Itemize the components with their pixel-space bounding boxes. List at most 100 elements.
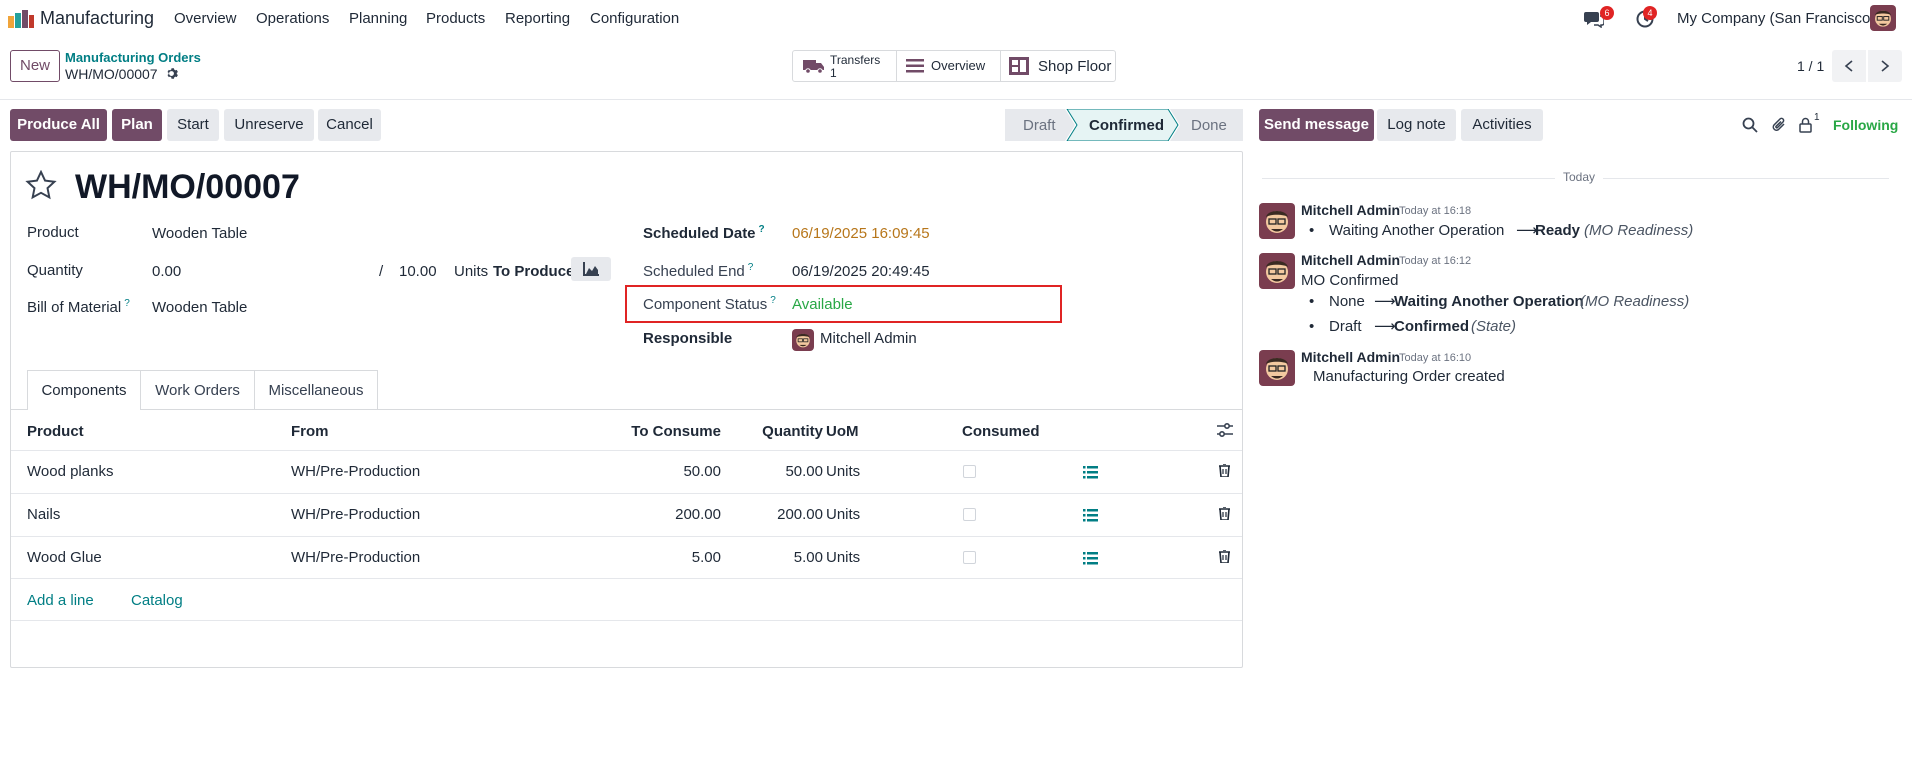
col-quantity[interactable]: Quantity: [733, 423, 823, 440]
row-quantity[interactable]: 5.00: [733, 549, 823, 566]
tracking-arrow-icon: ⟶: [1374, 318, 1396, 335]
send-message-button[interactable]: Send message: [1259, 109, 1374, 141]
tab-components[interactable]: Components: [27, 370, 141, 410]
row-quantity[interactable]: 200.00: [733, 506, 823, 523]
table-row[interactable]: Wood Glue WH/Pre-Production 5.00 5.00 Un…: [11, 536, 1242, 579]
product-field[interactable]: Wooden Table: [152, 225, 247, 242]
tracking-arrow-icon: ⟶: [1374, 293, 1396, 310]
form-sheet: WH/MO/00007 Product Wooden Table Quantit…: [10, 151, 1243, 668]
table-row[interactable]: Wood planks WH/Pre-Production 50.00 50.0…: [11, 450, 1242, 493]
component-status-label: Component Status?: [643, 295, 776, 313]
message-time: Today at 16:12: [1399, 255, 1472, 267]
responsible-field[interactable]: Mitchell Admin: [820, 330, 917, 347]
log-note-button[interactable]: Log note: [1377, 109, 1456, 141]
row-consumed-checkbox[interactable]: [963, 551, 976, 564]
gear-icon[interactable]: [165, 67, 178, 80]
optional-columns-icon[interactable]: [1217, 422, 1233, 438]
menu-reporting[interactable]: Reporting: [505, 10, 570, 27]
pager-previous-button[interactable]: [1832, 50, 1866, 82]
col-consumed[interactable]: Consumed: [962, 423, 1040, 440]
breadcrumb-parent[interactable]: Manufacturing Orders: [65, 50, 201, 65]
trash-icon[interactable]: [1219, 507, 1230, 520]
row-consumed-checkbox[interactable]: [963, 508, 976, 521]
transfers-count: 1: [830, 66, 837, 80]
row-consumed-checkbox[interactable]: [963, 465, 976, 478]
produce-all-button[interactable]: Produce All: [10, 109, 107, 141]
message-author[interactable]: Mitchell Admin: [1301, 202, 1400, 218]
bom-help-icon[interactable]: ?: [124, 298, 130, 309]
plan-button[interactable]: Plan: [112, 109, 162, 141]
message-author[interactable]: Mitchell Admin: [1301, 349, 1400, 365]
app-title[interactable]: Manufacturing: [40, 8, 154, 29]
start-button[interactable]: Start: [167, 109, 219, 141]
tracking-bullet: •: [1309, 222, 1315, 239]
col-product[interactable]: Product: [27, 423, 84, 440]
table-footer-divider: [11, 620, 1242, 621]
shop-floor-smart-button[interactable]: Shop Floor: [1001, 51, 1115, 81]
menu-configuration[interactable]: Configuration: [590, 10, 679, 27]
chevron-left-icon: [1844, 60, 1853, 72]
responsible-avatar: [792, 329, 814, 351]
unreserve-button[interactable]: Unreserve: [224, 109, 314, 141]
menu-overview[interactable]: Overview: [174, 10, 237, 27]
menu-planning[interactable]: Planning: [349, 10, 407, 27]
scheduled-end-field[interactable]: 06/19/2025 20:49:45: [792, 263, 930, 280]
author-avatar[interactable]: [1259, 253, 1295, 289]
new-button[interactable]: New: [10, 50, 60, 82]
scheduled-date-field[interactable]: 06/19/2025 16:09:45: [792, 225, 930, 242]
following-toggle[interactable]: Following: [1833, 117, 1898, 133]
status-draft[interactable]: Draft: [1023, 117, 1056, 134]
activities-button[interactable]: Activities: [1461, 109, 1543, 141]
tab-miscellaneous[interactable]: Miscellaneous: [254, 370, 378, 410]
paperclip-icon[interactable]: [1771, 116, 1787, 133]
col-to-consume[interactable]: To Consume: [631, 423, 721, 440]
detailed-operations-icon[interactable]: [1083, 509, 1098, 522]
menu-products[interactable]: Products: [426, 10, 485, 27]
table-row[interactable]: Nails WH/Pre-Production 200.00 200.00 Un…: [11, 493, 1242, 536]
scheduled-end-label-text: Scheduled End: [643, 263, 745, 280]
component-status-help-icon[interactable]: ?: [770, 295, 776, 306]
app-icon[interactable]: [8, 10, 34, 28]
menu-operations[interactable]: Operations: [256, 10, 329, 27]
star-icon[interactable]: [25, 170, 57, 200]
quantity-target[interactable]: 10.00: [399, 263, 437, 280]
responsible-label: Responsible: [643, 330, 733, 347]
bom-field[interactable]: Wooden Table: [152, 299, 247, 316]
author-avatar[interactable]: [1259, 350, 1295, 386]
add-line-link[interactable]: Add a line: [27, 592, 94, 609]
trash-icon[interactable]: [1219, 550, 1230, 563]
row-uom: Units: [826, 506, 861, 523]
row-quantity[interactable]: 50.00: [733, 463, 823, 480]
overview-smart-button[interactable]: Overview: [897, 51, 1001, 81]
col-from[interactable]: From: [291, 423, 329, 440]
tracking-old-value: None: [1329, 293, 1365, 310]
status-done[interactable]: Done: [1191, 117, 1227, 134]
transfers-smart-button[interactable]: Transfers 1: [793, 51, 897, 81]
trash-icon[interactable]: [1219, 464, 1230, 477]
row-uom: Units: [826, 463, 861, 480]
col-uom[interactable]: UoM: [826, 423, 859, 440]
detailed-operations-icon[interactable]: [1083, 552, 1098, 565]
pager-value[interactable]: 1 / 1: [1797, 58, 1824, 74]
catalog-link[interactable]: Catalog: [131, 592, 183, 609]
scheduled-end-help-icon[interactable]: ?: [748, 262, 754, 273]
cancel-button[interactable]: Cancel: [318, 109, 381, 141]
component-status-label-text: Component Status: [643, 296, 768, 313]
row-to-consume: 50.00: [683, 463, 721, 480]
tab-work-orders[interactable]: Work Orders: [140, 370, 255, 410]
pager-next-button[interactable]: [1868, 50, 1902, 82]
lock-followers-icon[interactable]: [1799, 117, 1812, 133]
shop-floor-label: Shop Floor: [1038, 58, 1112, 75]
quantity-field[interactable]: 0.00: [152, 263, 181, 280]
status-confirmed[interactable]: Confirmed: [1089, 117, 1164, 134]
search-icon[interactable]: [1742, 117, 1758, 133]
company-switcher[interactable]: My Company (San Francisco): [1677, 10, 1875, 27]
row-from: WH/Pre-Production: [291, 549, 421, 566]
user-avatar[interactable]: [1870, 5, 1896, 31]
row-product: Wood Glue: [27, 549, 102, 566]
detailed-operations-icon[interactable]: [1083, 466, 1098, 479]
author-avatar[interactable]: [1259, 203, 1295, 239]
forecast-chart-button[interactable]: [571, 257, 611, 281]
message-author[interactable]: Mitchell Admin: [1301, 252, 1400, 268]
scheduled-date-help-icon[interactable]: ?: [759, 224, 765, 235]
